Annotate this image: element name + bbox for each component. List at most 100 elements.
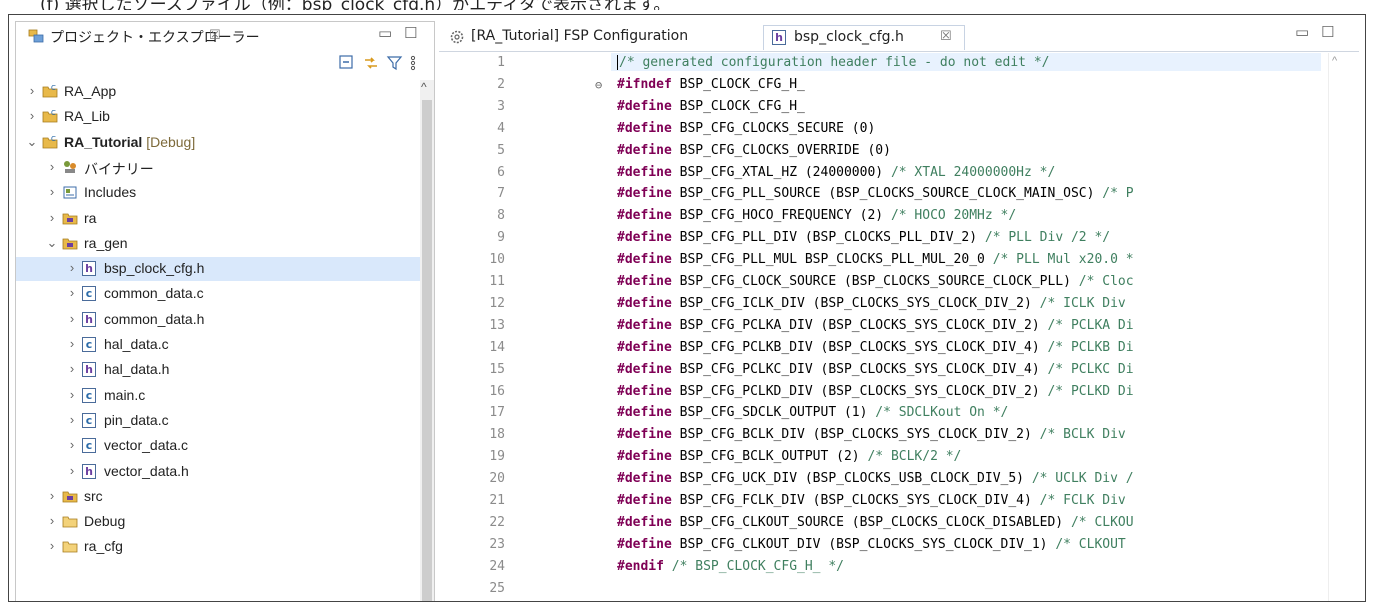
fold-icon[interactable]: ⊖ xyxy=(595,76,602,94)
code-view[interactable]: 1 /* generated configuration header file … xyxy=(439,53,1359,601)
chevron-right-icon[interactable]: › xyxy=(66,311,78,326)
code-line: #define BSP_CFG_PLL_SOURCE (BSP_CLOCKS_S… xyxy=(617,185,1134,203)
tree-item[interactable]: › h common_data.h xyxy=(16,308,420,332)
tree-item[interactable]: › c vector_data.c xyxy=(16,434,420,458)
tree-item-text: RA_Lib xyxy=(64,108,110,125)
code-line: #define BSP_CFG_PCLKB_DIV (BSP_CLOCKS_SY… xyxy=(617,339,1134,357)
maximize-icon[interactable]: ☐ xyxy=(404,24,417,42)
tree-item[interactable]: › C RA_App xyxy=(16,80,420,104)
chevron-right-icon[interactable]: › xyxy=(66,463,78,478)
scroll-up-icon[interactable]: ^ xyxy=(1332,55,1337,67)
tree-item-text: Debug xyxy=(84,513,126,530)
line-number: 25 xyxy=(489,580,505,596)
filter-icon[interactable] xyxy=(386,54,404,72)
tree-item-text: RA_Tutorial xyxy=(64,133,143,150)
chevron-right-icon[interactable]: › xyxy=(46,184,58,199)
line-number: 7 xyxy=(497,186,505,202)
collapse-all-icon[interactable] xyxy=(338,54,356,72)
tree-item[interactable]: › Debug xyxy=(16,510,420,534)
tree-item[interactable]: › c hal_data.c xyxy=(16,333,420,357)
scroll-thumb[interactable] xyxy=(422,100,432,601)
tree-item-label: ra xyxy=(84,210,96,226)
keyword: #define xyxy=(617,493,672,508)
code-line: #define BSP_CFG_BCLK_OUTPUT (2) /* BCLK/… xyxy=(617,448,961,466)
code-line: /* generated configuration header file -… xyxy=(617,54,1049,72)
comment: /* CLKOU xyxy=(1070,514,1134,530)
chevron-right-icon[interactable]: › xyxy=(26,108,38,123)
chevron-right-icon[interactable]: › xyxy=(66,361,78,376)
tree-item[interactable]: ⌄ C RA_Tutorial [Debug] xyxy=(16,131,420,155)
tab-bsp-clock-cfg[interactable]: h bsp_clock_cfg.h ☒ xyxy=(763,25,965,50)
chevron-right-icon[interactable]: › xyxy=(66,437,78,452)
folder-icon xyxy=(62,513,78,529)
link-with-editor-icon[interactable] xyxy=(362,54,380,72)
code-line: #define BSP_CFG_PCLKD_DIV (BSP_CLOCKS_SY… xyxy=(617,383,1134,401)
includes-icon xyxy=(62,184,78,200)
editor-scrollbar[interactable]: ^ xyxy=(1328,53,1345,601)
code-text: BSP_CFG_PCLKB_DIV (BSP_CLOCKS_SYS_CLOCK_… xyxy=(671,339,1048,355)
line-number: 24 xyxy=(489,558,505,574)
maximize-icon[interactable]: ☐ xyxy=(1321,23,1334,41)
line-number: 17 xyxy=(489,405,505,421)
project-icon: C xyxy=(42,108,58,124)
chevron-right-icon[interactable]: › xyxy=(46,159,58,174)
tree-item[interactable]: › h hal_data.h xyxy=(16,358,420,382)
tree-item[interactable]: › ra_cfg xyxy=(16,535,420,559)
explorer-scrollbar[interactable]: ^ xyxy=(420,80,434,601)
tree-item[interactable]: › バイナリー xyxy=(16,156,420,180)
scroll-up-icon[interactable]: ^ xyxy=(421,80,427,94)
tree-item-text: vector_data.c xyxy=(104,437,189,454)
tree-item[interactable]: › src xyxy=(16,485,420,509)
chevron-right-icon[interactable]: › xyxy=(66,336,78,351)
line-number: 18 xyxy=(489,427,505,443)
minimize-icon[interactable]: ▭ xyxy=(1295,23,1309,41)
chevron-right-icon[interactable]: › xyxy=(66,412,78,427)
chevron-right-icon[interactable]: › xyxy=(26,83,38,98)
tree-item-label: bsp_clock_cfg.h xyxy=(104,260,204,276)
keyword: #define xyxy=(617,295,672,311)
code-text: BSP_CLOCK_CFG_H_ xyxy=(671,98,805,114)
c-file-icon: c xyxy=(82,387,96,403)
close-icon[interactable]: ☒ xyxy=(209,27,221,43)
tree-item-text: pin_data.c xyxy=(104,411,169,428)
chevron-right-icon[interactable]: › xyxy=(46,513,58,528)
tree-item[interactable]: › h vector_data.h xyxy=(16,460,420,484)
tree-item[interactable]: › h bsp_clock_cfg.h xyxy=(16,257,420,282)
line-number: 19 xyxy=(489,449,505,465)
keyword: #define xyxy=(617,252,672,268)
code-line: #define BSP_CFG_SDCLK_OUTPUT (1) /* SDCL… xyxy=(617,404,1008,422)
project-explorer-tab[interactable]: プロジェクト・エクスプローラー ☒ ▭ ☐ xyxy=(16,22,434,50)
code-text: BSP_CFG_ICLK_DIV (BSP_CLOCKS_SYS_CLOCK_D… xyxy=(671,295,1040,311)
minimize-icon[interactable]: ▭ xyxy=(378,24,392,42)
tree-item[interactable]: › c common_data.c xyxy=(16,282,420,306)
chevron-right-icon[interactable]: › xyxy=(46,210,58,225)
close-icon[interactable]: ☒ xyxy=(940,29,952,44)
code-line: #define BSP_CFG_CLOCKS_SECURE (0) xyxy=(617,120,875,138)
header-file-icon: h xyxy=(82,362,96,378)
chevron-right-icon[interactable]: › xyxy=(46,538,58,553)
chevron-right-icon[interactable]: › xyxy=(66,285,78,300)
line-number: 15 xyxy=(489,361,505,377)
tree-item[interactable]: › c pin_data.c xyxy=(16,409,420,433)
tree-item[interactable]: › c main.c xyxy=(16,384,420,408)
tree-item[interactable]: › Includes xyxy=(16,181,420,205)
tree-item[interactable]: › C RA_Lib xyxy=(16,105,420,129)
header-file-icon: h xyxy=(82,261,96,277)
tree-item[interactable]: › ra xyxy=(16,207,420,231)
code-line: #define BSP_CFG_PLL_MUL BSP_CLOCKS_PLL_M… xyxy=(617,251,1134,269)
chevron-right-icon[interactable]: › xyxy=(46,488,58,503)
tree-item-text: hal_data.c xyxy=(104,336,169,352)
chevron-right-icon[interactable]: › xyxy=(66,387,78,402)
keyword: #define xyxy=(617,230,672,246)
tree-item-text: バイナリー xyxy=(84,160,154,177)
comment: /* PCLKC Di xyxy=(1047,361,1134,377)
line-number: 10 xyxy=(489,252,505,268)
line-number: 22 xyxy=(489,514,505,530)
tab-fsp-configuration[interactable]: [RA_Tutorial] FSP Configuration xyxy=(445,25,725,49)
tree-item-label: hal_data.h xyxy=(104,361,169,377)
tree-item[interactable]: ⌄ ra_gen xyxy=(16,232,420,256)
chevron-right-icon[interactable]: › xyxy=(66,260,78,275)
view-menu-icon[interactable] xyxy=(408,54,418,72)
chevron-down-icon[interactable]: ⌄ xyxy=(26,134,38,150)
chevron-down-icon[interactable]: ⌄ xyxy=(46,235,58,251)
